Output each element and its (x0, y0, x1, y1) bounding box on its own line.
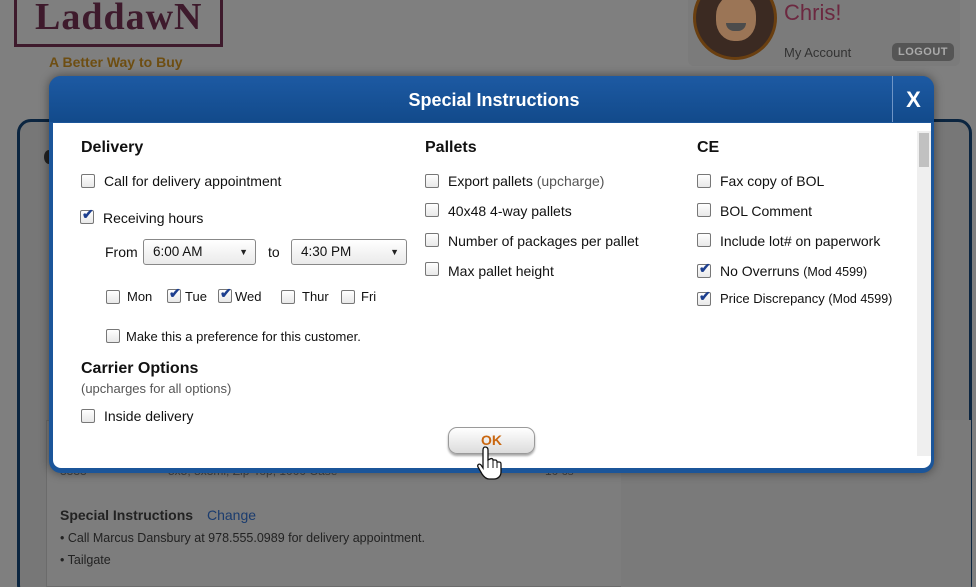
logout-button[interactable]: LOGOUT (892, 43, 954, 61)
ce-checkbox-no-overruns[interactable] (697, 260, 711, 278)
special-instructions-heading: Special Instructions (60, 507, 194, 523)
day-label-wed[interactable]: Wed (235, 289, 262, 304)
modal-header: Special Instructions X (49, 76, 934, 122)
preference-checkbox[interactable] (106, 329, 120, 343)
pallet-checkbox-40x48[interactable] (425, 203, 439, 217)
pallets-heading: Pallets (425, 139, 477, 156)
chevron-down-icon: ▼ (390, 247, 399, 257)
vertical-scrollbar[interactable] (917, 131, 931, 456)
call-appointment-checkbox[interactable] (81, 174, 95, 188)
pallet-label-packages[interactable]: Number of packages per pallet (448, 233, 639, 249)
ce-checkbox-bol-comment[interactable] (697, 203, 711, 217)
pallet-label-40x48[interactable]: 40x48 4-way pallets (448, 203, 572, 219)
day-label-mon[interactable]: Mon (127, 289, 152, 304)
from-label: From (105, 244, 138, 260)
brand-logo: LaddawN (14, 0, 223, 47)
modal-title: Special Instructions (408, 90, 580, 110)
special-instructions-modal: Special Instructions X Delivery Call for… (49, 76, 934, 480)
ce-checkbox-lot[interactable] (697, 233, 711, 247)
day-checkbox-tue[interactable] (167, 285, 181, 303)
my-account-link[interactable]: My Account (784, 45, 851, 60)
day-checkbox-fri[interactable] (341, 290, 355, 304)
from-time-value: 6:00 AM (153, 244, 203, 259)
day-checkbox-thur[interactable] (281, 290, 295, 304)
call-appointment-label[interactable]: Call for delivery appointment (104, 173, 281, 189)
from-time-select[interactable]: 6:00 AM ▼ (143, 239, 256, 265)
pallet-label-max-height[interactable]: Max pallet height (448, 263, 554, 279)
modal-body: Delivery Call for delivery appointment R… (53, 123, 931, 480)
carrier-options-subheading: (upcharges for all options) (81, 381, 232, 396)
ce-label-no-overruns[interactable]: No Overruns (Mod 4599) (720, 263, 867, 279)
day-checkbox-wed[interactable] (218, 285, 232, 303)
to-label: to (268, 244, 280, 260)
pallet-checkbox-max-height[interactable] (425, 262, 439, 276)
preference-label[interactable]: Make this a preference for this customer… (126, 329, 361, 344)
scrollbar-thumb[interactable] (919, 133, 929, 167)
instruction-line: • Tailgate (60, 553, 111, 567)
mod-note: (Mod 4599) (828, 292, 893, 306)
ce-heading: CE (697, 139, 720, 156)
inside-delivery-label[interactable]: Inside delivery (104, 408, 194, 424)
day-checkbox-mon[interactable] (106, 290, 120, 304)
pallet-label-export[interactable]: Export pallets (upcharge) (448, 173, 604, 189)
receiving-hours-label[interactable]: Receiving hours (103, 210, 203, 226)
pallet-checkbox-packages[interactable] (425, 233, 439, 247)
delivery-heading: Delivery (81, 139, 144, 156)
instruction-line: • Call Marcus Dansbury at 978.555.0989 f… (60, 531, 425, 545)
close-button[interactable]: X (892, 76, 934, 122)
change-link[interactable]: Change (207, 507, 256, 523)
inside-delivery-checkbox[interactable] (81, 409, 95, 423)
ce-label-lot[interactable]: Include lot# on paperwork (720, 233, 880, 249)
day-label-thur[interactable]: Thur (302, 289, 329, 304)
ce-checkbox-fax-bol[interactable] (697, 174, 711, 188)
day-label-fri[interactable]: Fri (361, 289, 376, 304)
to-time-select[interactable]: 4:30 PM ▼ (291, 239, 407, 265)
day-label-tue[interactable]: Tue (185, 289, 207, 304)
receiving-hours-checkbox[interactable] (80, 206, 94, 224)
brand-tagline: A Better Way to Buy (49, 54, 183, 70)
ce-label-price-discrepancy[interactable]: Price Discrepancy (Mod 4599) (720, 291, 892, 306)
ce-label-bol-comment[interactable]: BOL Comment (720, 203, 812, 219)
ce-label-fax-bol[interactable]: Fax copy of BOL (720, 173, 824, 189)
to-time-value: 4:30 PM (301, 244, 352, 259)
pallet-checkbox-export[interactable] (425, 174, 439, 188)
user-greeting: Chris! (784, 0, 842, 25)
chevron-down-icon: ▼ (239, 247, 248, 257)
ce-checkbox-price-discrepancy[interactable] (697, 288, 711, 306)
upcharge-note: (upcharge) (536, 173, 605, 189)
hand-cursor-icon (477, 446, 502, 480)
carrier-options-heading: Carrier Options (81, 360, 199, 377)
mod-note: (Mod 4599) (803, 265, 868, 279)
